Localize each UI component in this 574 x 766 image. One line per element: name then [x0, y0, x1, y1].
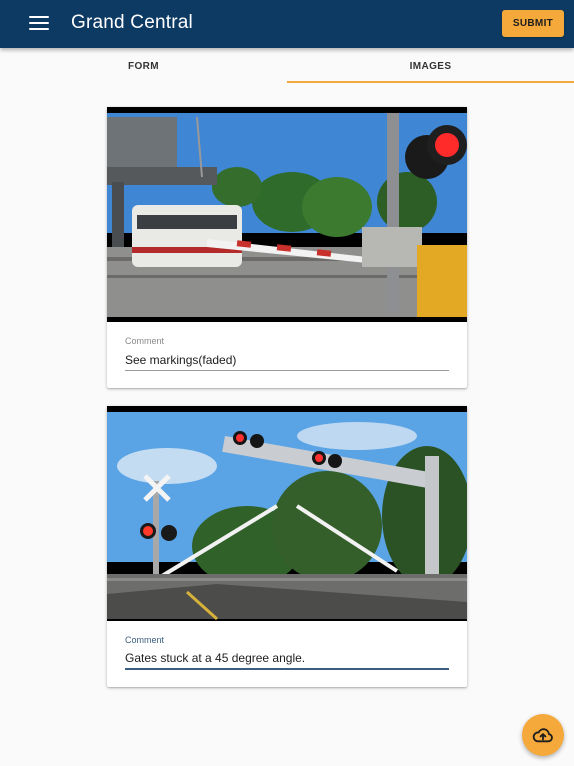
submit-button[interactable]: SUBMIT [502, 10, 564, 37]
tab-images[interactable]: IMAGES [287, 48, 574, 84]
active-tab-indicator [287, 81, 574, 83]
comment-label: Comment [125, 336, 165, 346]
tab-bar: FORM IMAGES [0, 48, 574, 84]
upload-fab-button[interactable] [522, 714, 564, 756]
app-title: Grand Central [71, 12, 193, 33]
image-card: Comment [107, 107, 467, 388]
app-bar: Grand Central SUBMIT [0, 0, 574, 48]
comment-label: Comment [125, 635, 165, 645]
cloud-upload-icon [532, 728, 553, 743]
image-card: Comment [107, 406, 467, 687]
comment-input[interactable] [125, 349, 449, 371]
attached-photo[interactable] [107, 406, 467, 621]
menu-icon[interactable] [27, 15, 51, 33]
tab-form[interactable]: FORM [0, 48, 287, 84]
comment-input[interactable] [125, 648, 449, 670]
attached-photo[interactable] [107, 107, 467, 322]
